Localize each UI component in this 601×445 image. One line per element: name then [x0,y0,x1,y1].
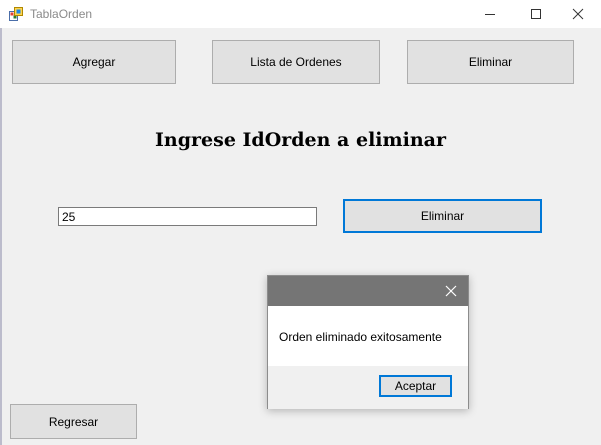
close-icon [572,8,584,20]
maximize-button[interactable] [513,0,559,28]
minimize-button[interactable] [467,0,513,28]
eliminar-tab-button[interactable]: Eliminar [407,40,574,84]
close-icon [445,285,457,297]
aceptar-button[interactable]: Aceptar [379,375,452,397]
dialog-titlebar [268,276,468,306]
lista-ordenes-button[interactable]: Lista de Ordenes [212,40,380,84]
window-left-edge [0,28,2,445]
eliminar-button[interactable]: Eliminar [343,199,542,233]
window-titlebar: TablaOrden [0,0,601,28]
id-orden-input[interactable] [58,207,317,226]
agregar-button[interactable]: Agregar [12,40,176,84]
regresar-button[interactable]: Regresar [10,404,137,439]
dialog-body: Orden eliminado exitosamente [268,306,468,366]
minimize-icon [485,14,495,15]
dialog-footer: Aceptar [268,366,468,409]
dialog-close-button[interactable] [440,281,462,301]
maximize-icon [531,9,541,19]
message-dialog: Orden eliminado exitosamente Aceptar [267,275,469,409]
close-button[interactable] [555,0,601,28]
window-title: TablaOrden [30,7,93,21]
dialog-message: Orden eliminado exitosamente [279,330,442,344]
app-icon [9,7,23,21]
page-title: Ingrese IdOrden a eliminar [155,129,446,151]
